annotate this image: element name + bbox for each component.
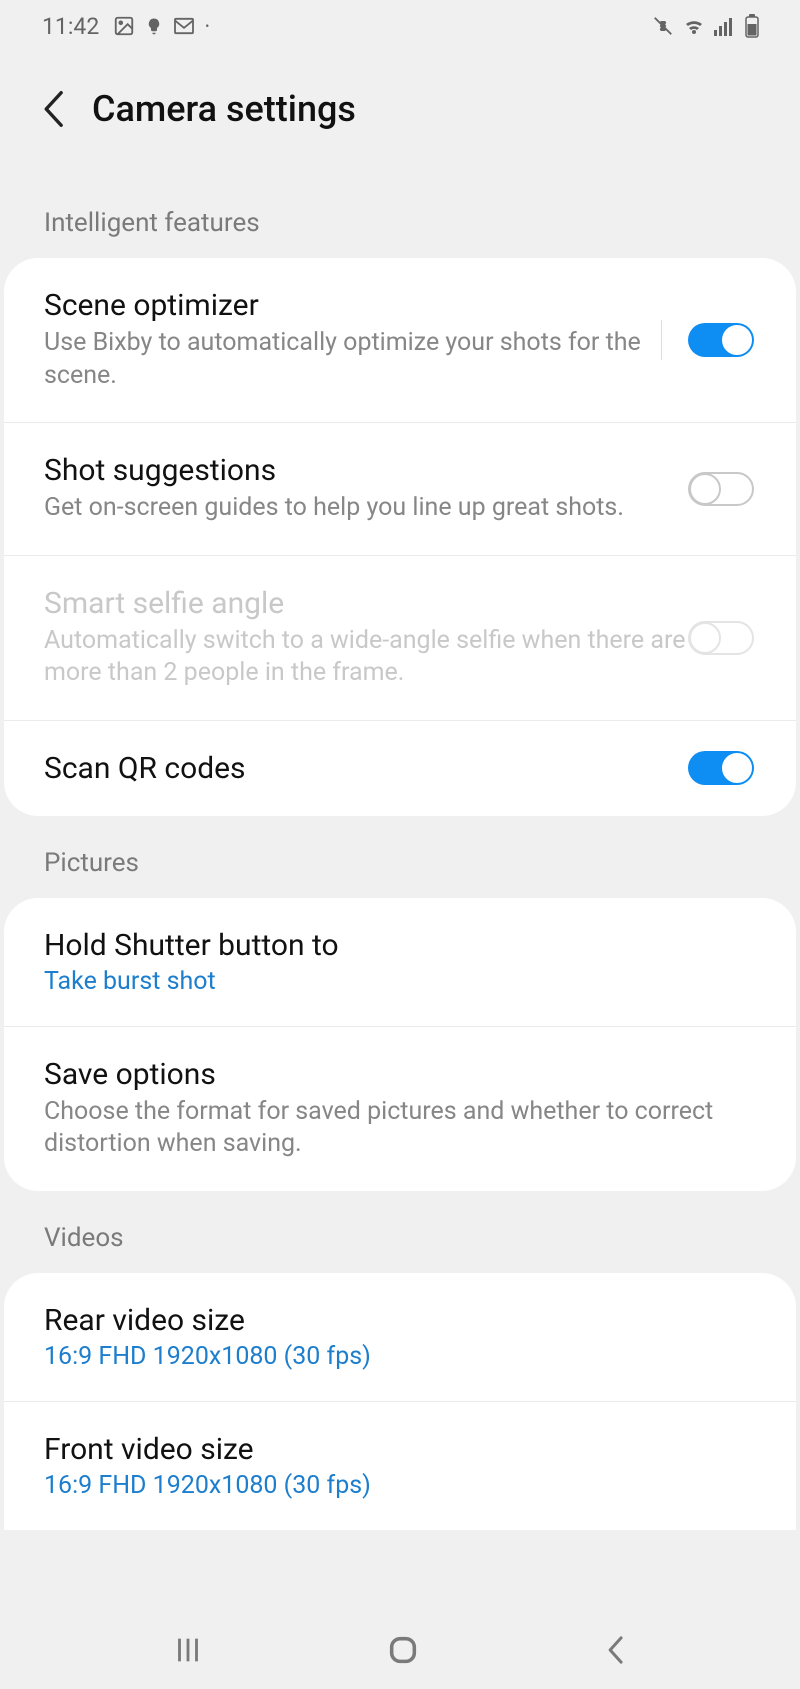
back-icon[interactable] xyxy=(40,90,66,128)
status-bar: 11:42 • xyxy=(0,0,800,52)
row-sub: Choose the format for saved pictures and… xyxy=(44,1096,754,1161)
row-title: Shot suggestions xyxy=(44,453,688,488)
row-title: Scan QR codes xyxy=(44,751,688,786)
toggle-shot-suggestions[interactable] xyxy=(688,472,754,506)
signal-icon xyxy=(714,16,736,36)
row-value: 16:9 FHD 1920x1080 (30 fps) xyxy=(44,1342,754,1371)
divider xyxy=(661,320,662,360)
navigation-bar xyxy=(0,1611,800,1689)
section-header-videos: Videos xyxy=(0,1215,800,1273)
section-pictures: Hold Shutter button to Take burst shot S… xyxy=(4,898,796,1191)
section-header-intelligent: Intelligent features xyxy=(0,200,800,258)
battery-icon xyxy=(744,14,760,38)
toggle-scan-qr[interactable] xyxy=(688,751,754,785)
page-header: Camera settings xyxy=(0,52,800,150)
row-sub: Automatically switch to a wide-angle sel… xyxy=(44,625,688,690)
nav-back-button[interactable] xyxy=(601,1633,629,1667)
row-smart-selfie: Smart selfie angle Automatically switch … xyxy=(4,556,796,721)
dot-icon: • xyxy=(205,19,209,33)
row-rear-video[interactable]: Rear video size 16:9 FHD 1920x1080 (30 f… xyxy=(4,1273,796,1402)
row-title: Rear video size xyxy=(44,1303,754,1338)
status-time: 11:42 xyxy=(42,13,99,40)
row-scan-qr[interactable]: Scan QR codes xyxy=(4,721,796,816)
mail-icon xyxy=(173,17,195,35)
row-scene-optimizer[interactable]: Scene optimizer Use Bixby to automatical… xyxy=(4,258,796,423)
vibrate-icon xyxy=(652,15,674,37)
row-value: 16:9 FHD 1920x1080 (30 fps) xyxy=(44,1471,754,1500)
row-title: Hold Shutter button to xyxy=(44,928,754,963)
row-title: Save options xyxy=(44,1057,754,1092)
image-icon xyxy=(113,15,135,37)
row-title: Scene optimizer xyxy=(44,288,645,323)
row-value: Take burst shot xyxy=(44,967,754,996)
status-left: 11:42 • xyxy=(42,13,209,40)
home-button[interactable] xyxy=(386,1633,420,1667)
row-sub: Get on-screen guides to help you line up… xyxy=(44,492,688,525)
toggle-scene-optimizer[interactable] xyxy=(688,323,754,357)
page-title: Camera settings xyxy=(92,88,356,130)
row-front-video[interactable]: Front video size 16:9 FHD 1920x1080 (30 … xyxy=(4,1402,796,1530)
row-shot-suggestions[interactable]: Shot suggestions Get on-screen guides to… xyxy=(4,423,796,556)
wifi-icon xyxy=(682,16,706,36)
toggle-smart-selfie xyxy=(688,621,754,655)
row-save-options[interactable]: Save options Choose the format for saved… xyxy=(4,1027,796,1191)
status-right xyxy=(652,14,760,38)
recents-button[interactable] xyxy=(171,1633,205,1667)
section-header-pictures: Pictures xyxy=(0,840,800,898)
row-title: Front video size xyxy=(44,1432,754,1467)
section-videos: Rear video size 16:9 FHD 1920x1080 (30 f… xyxy=(4,1273,796,1530)
row-hold-shutter[interactable]: Hold Shutter button to Take burst shot xyxy=(4,898,796,1027)
section-intelligent: Scene optimizer Use Bixby to automatical… xyxy=(4,258,796,816)
row-title: Smart selfie angle xyxy=(44,586,688,621)
row-sub: Use Bixby to automatically optimize your… xyxy=(44,327,645,392)
bulb-icon xyxy=(145,15,163,37)
